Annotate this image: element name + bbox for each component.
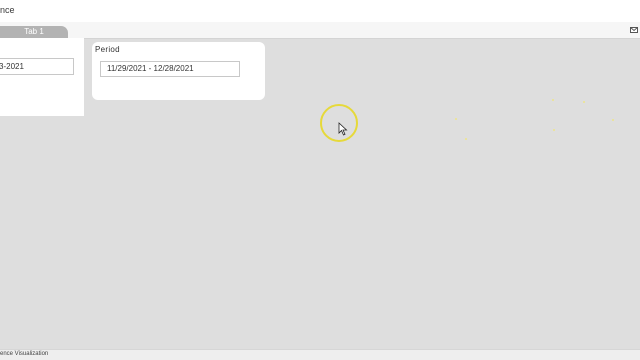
highlight-speck [553, 129, 555, 131]
period-date-range-input[interactable]: 11/29/2021 - 12/28/2021 [100, 61, 240, 77]
footer-caption: ence Visualization [0, 351, 49, 357]
tab-strip: Tab 1 [0, 22, 640, 39]
date-filter-input[interactable]: 3-2021 [0, 58, 74, 75]
highlight-speck [612, 119, 614, 121]
tab-1[interactable]: Tab 1 [0, 26, 68, 38]
dashboard-page: nce Tab 1 3-2021 Period 11/29/2021 - 12/… [0, 0, 640, 360]
mouse-cursor-icon [338, 122, 348, 136]
period-label: Period [95, 45, 120, 54]
date-filter-panel: 3-2021 [0, 38, 84, 116]
title-bar: nce [0, 0, 640, 22]
highlight-speck [465, 138, 467, 140]
highlight-speck [455, 118, 457, 120]
highlight-speck [583, 101, 585, 103]
highlight-speck [552, 99, 554, 101]
app-title: nce [0, 5, 15, 15]
period-filter-panel: Period 11/29/2021 - 12/28/2021 [92, 42, 265, 100]
mail-icon[interactable] [630, 27, 638, 33]
status-bar: ence Visualization [0, 349, 640, 360]
